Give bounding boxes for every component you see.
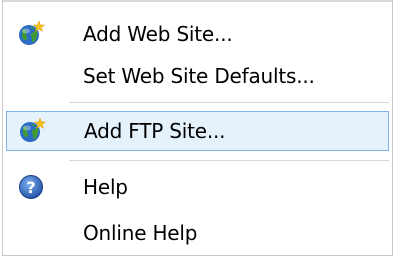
- svg-text:?: ?: [26, 178, 35, 197]
- menu-item-add-ftp-site[interactable]: Add FTP Site...: [6, 111, 389, 151]
- menu-item-label: Add Web Site...: [83, 22, 233, 46]
- menu-item-add-web-site[interactable]: Add Web Site...: [6, 14, 389, 54]
- menu-item-set-web-site-defaults[interactable]: Set Web Site Defaults...: [6, 56, 389, 96]
- menu-item-label: Set Web Site Defaults...: [83, 64, 315, 88]
- help-icon: ?: [17, 173, 45, 201]
- menu-separator: [69, 102, 389, 103]
- menu-item-label: Online Help: [83, 221, 198, 245]
- globe-star-icon: [18, 117, 47, 145]
- context-menu: Add Web Site... Set Web Site Defaults...…: [2, 0, 393, 256]
- menu-item-online-help[interactable]: Online Help: [6, 213, 389, 253]
- menu-top-edge: [3, 0, 392, 2]
- menu-item-label: Add FTP Site...: [84, 119, 226, 143]
- globe-star-icon: [17, 20, 46, 48]
- menu-item-help[interactable]: ? Help: [6, 167, 389, 207]
- menu-separator: [69, 160, 389, 161]
- menu-item-label: Help: [83, 175, 128, 199]
